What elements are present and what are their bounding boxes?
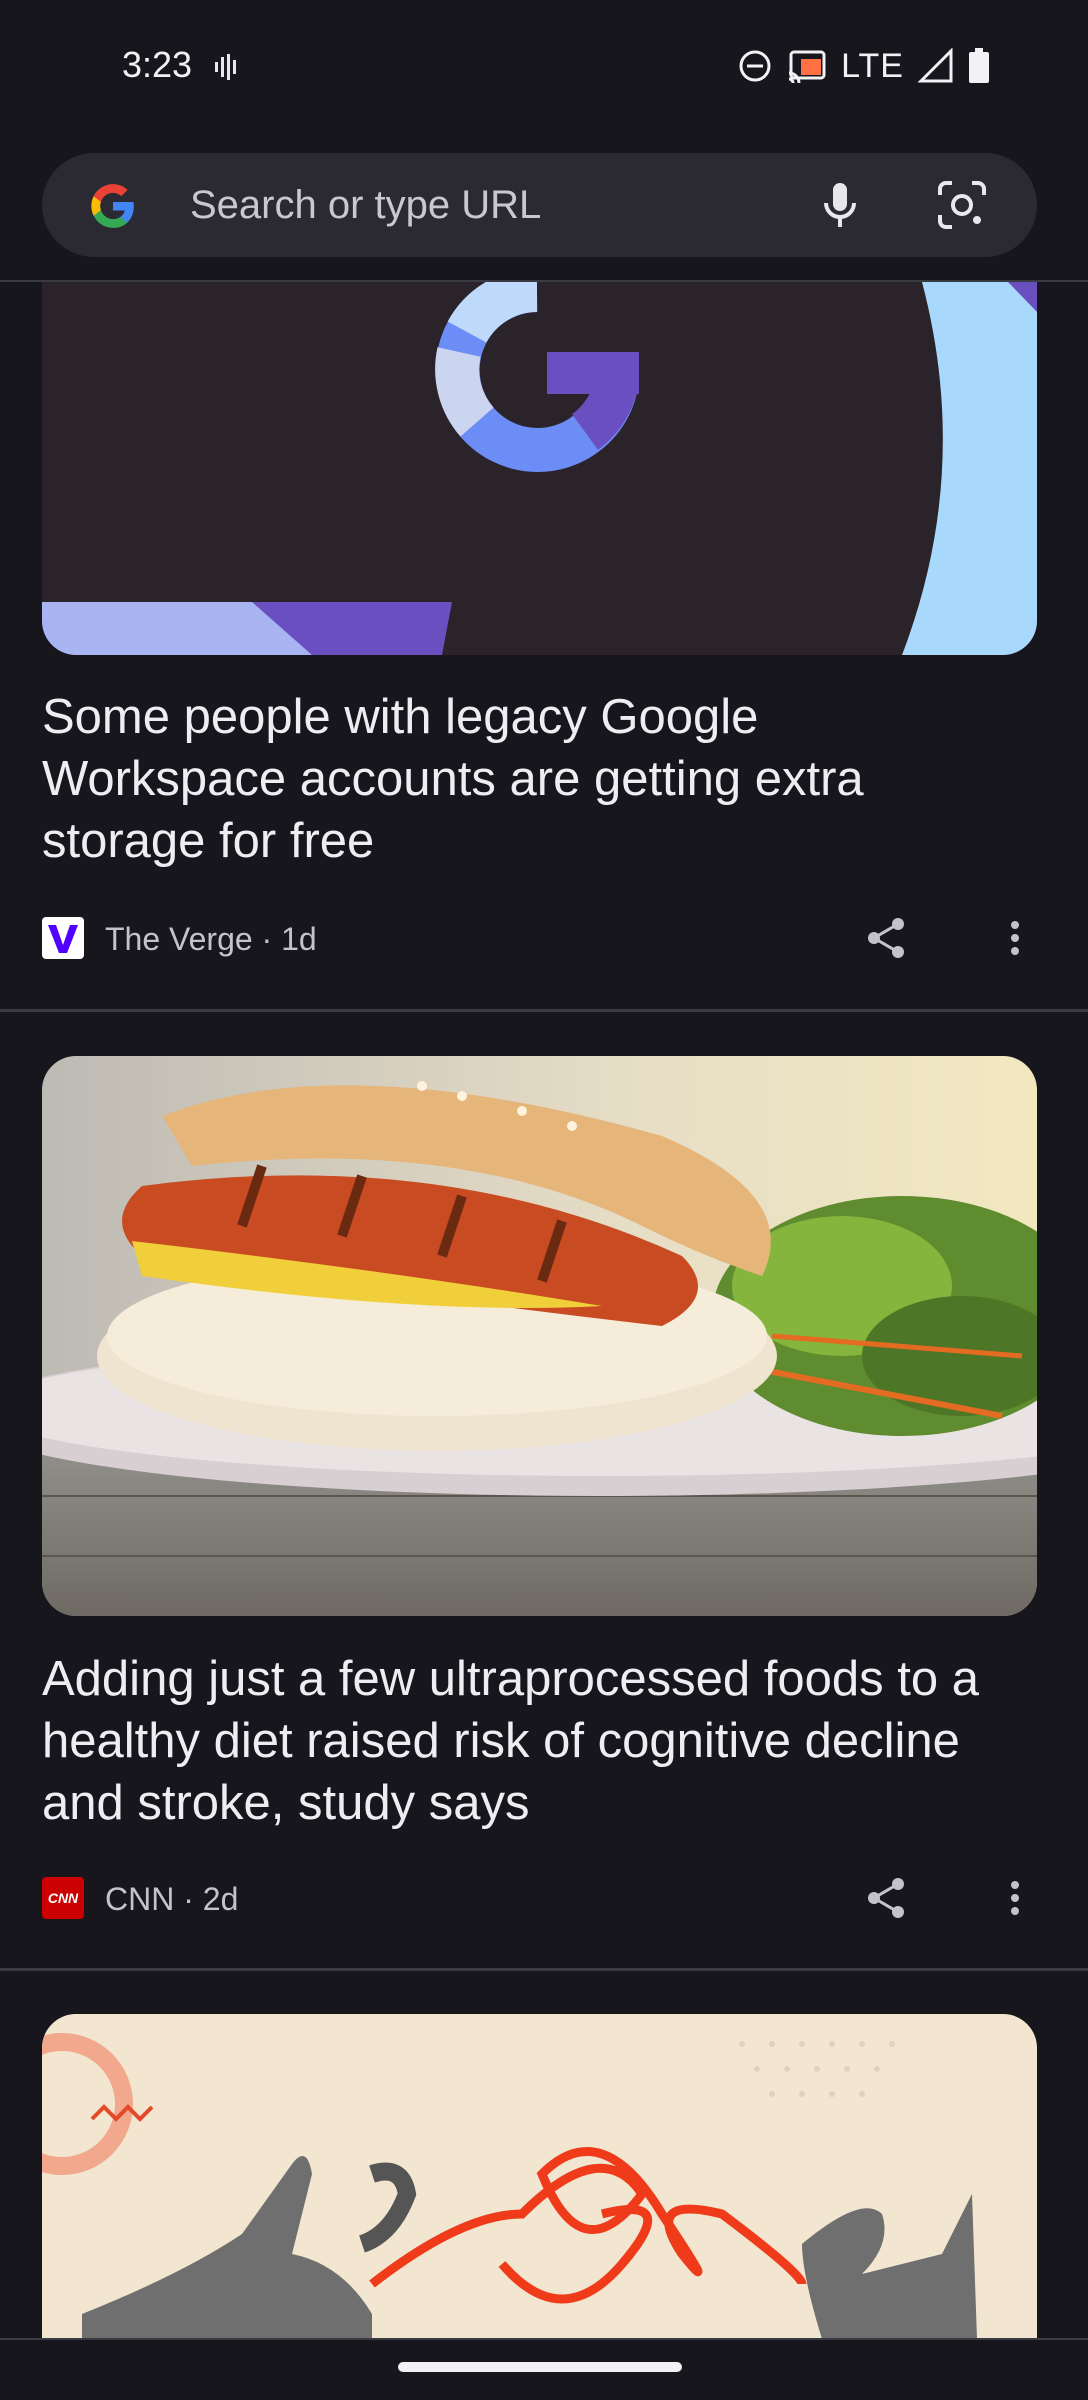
- google-g-illustration: [42, 282, 1037, 655]
- google-logo[interactable]: [88, 181, 138, 231]
- status-bar: 3:23 LTE: [0, 0, 1088, 135]
- home-gesture-handle[interactable]: [398, 2362, 682, 2372]
- google-lens-icon[interactable]: [934, 177, 990, 233]
- search-input[interactable]: Search or type URL: [190, 183, 541, 228]
- do-not-disturb-icon: [739, 50, 771, 82]
- card-divider: [0, 1009, 1088, 1012]
- article-image[interactable]: [42, 282, 1037, 655]
- signal-icon: [918, 48, 953, 83]
- share-icon[interactable]: [864, 915, 910, 961]
- article-headline[interactable]: Some people with legacy Google Workspace…: [42, 686, 1002, 872]
- status-icons: LTE: [737, 44, 990, 88]
- battery-icon: [969, 48, 989, 83]
- article-meta: The Verge · 1d: [42, 915, 1037, 963]
- article-headline[interactable]: Adding just a few ultraprocessed foods t…: [42, 1648, 1002, 1834]
- more-options-icon[interactable]: [1000, 1875, 1030, 1921]
- article-image[interactable]: [42, 2014, 1037, 2339]
- tangled-thread-illustration: [42, 2014, 1037, 2339]
- status-time: 3:23: [122, 44, 193, 85]
- cnn-logo-text: CNN: [47, 1890, 79, 1906]
- vibrate-icon: [215, 54, 236, 80]
- hot-dog-photo: [42, 1056, 1037, 1616]
- verge-logo: [42, 917, 84, 959]
- bottom-divider: [0, 2338, 1088, 2340]
- network-type: LTE: [841, 46, 904, 85]
- article-source: CNN · 2d: [105, 1881, 239, 1917]
- article-image[interactable]: [42, 1056, 1037, 1616]
- card-divider: [0, 1968, 1088, 1971]
- omnibox[interactable]: Search or type URL: [42, 153, 1037, 257]
- article-meta: CNN CNN · 2d: [42, 1875, 1037, 1923]
- article-source: The Verge · 1d: [105, 921, 317, 957]
- more-options-icon[interactable]: [1000, 915, 1030, 961]
- cast-icon: [788, 50, 826, 83]
- share-icon[interactable]: [864, 1875, 910, 1921]
- mic-icon[interactable]: [812, 177, 868, 233]
- cnn-logo: CNN: [42, 1877, 84, 1919]
